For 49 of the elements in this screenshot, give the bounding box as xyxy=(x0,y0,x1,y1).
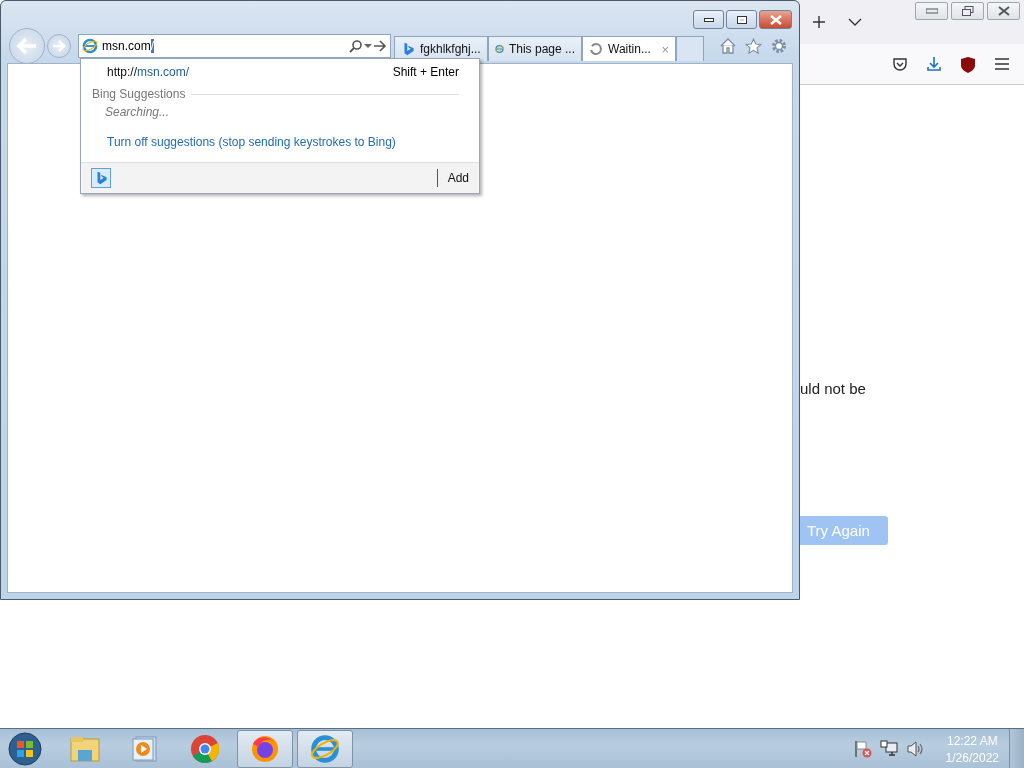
browser-e-icon xyxy=(495,42,504,56)
chevron-down-icon[interactable] xyxy=(848,17,862,27)
address-field[interactable]: msn.com/ xyxy=(78,34,391,58)
minimize-icon xyxy=(703,17,714,22)
menu-icon[interactable] xyxy=(994,58,1010,70)
error-message: uld not be xyxy=(800,380,866,397)
restore-icon xyxy=(961,5,974,17)
url-suggestion[interactable]: http://msn.com/ xyxy=(107,65,190,79)
browser-tab[interactable]: Waitin... × xyxy=(582,36,676,61)
section-heading: Bing Suggestions xyxy=(92,87,186,101)
add-button[interactable]: Add xyxy=(436,169,469,187)
download-icon[interactable] xyxy=(926,56,942,72)
pocket-icon[interactable] xyxy=(892,56,908,72)
media-player-icon[interactable] xyxy=(132,736,158,762)
shield-icon[interactable] xyxy=(960,55,976,73)
firefox-icon[interactable] xyxy=(250,734,280,764)
star-icon[interactable] xyxy=(745,38,762,54)
maximize-icon xyxy=(736,15,747,24)
loading-spinner-icon xyxy=(589,42,603,56)
forward-arrow-icon xyxy=(52,40,66,52)
go-arrow-icon[interactable] xyxy=(373,40,387,52)
flag-error-icon[interactable] xyxy=(853,740,872,758)
taskbar-button[interactable] xyxy=(237,730,293,768)
maximize-button[interactable] xyxy=(726,10,757,29)
browser-tab[interactable]: This page ... xyxy=(488,36,582,61)
dropdown-caret-icon[interactable] xyxy=(363,43,373,49)
taskbar-button[interactable] xyxy=(297,730,353,768)
browser-e-icon[interactable] xyxy=(310,734,340,764)
network-icon[interactable] xyxy=(879,740,898,758)
search-provider-button[interactable] xyxy=(91,168,111,188)
chrome-icon[interactable] xyxy=(190,734,220,764)
search-icon[interactable] xyxy=(349,39,363,53)
back-arrow-icon xyxy=(16,37,38,55)
close-icon xyxy=(997,6,1010,16)
minimize-button[interactable] xyxy=(693,10,724,29)
start-orb-icon[interactable] xyxy=(8,732,42,766)
shortcut-hint: Shift + Enter xyxy=(392,65,459,79)
turn-off-suggestions-link[interactable]: Turn off suggestions (stop sending keystrokes to Bing) xyxy=(107,135,396,149)
close-icon xyxy=(769,14,782,25)
browser-e-icon xyxy=(82,38,98,54)
home-icon[interactable] xyxy=(720,38,736,54)
close-button[interactable] xyxy=(759,10,792,29)
close-button[interactable] xyxy=(987,2,1020,20)
status-text: Searching... xyxy=(104,104,171,119)
plus-icon[interactable] xyxy=(812,15,826,29)
minimize-icon xyxy=(925,8,938,14)
settings-icon[interactable] xyxy=(771,38,787,54)
speaker-icon[interactable] xyxy=(905,741,924,757)
restore-button[interactable] xyxy=(951,2,984,20)
